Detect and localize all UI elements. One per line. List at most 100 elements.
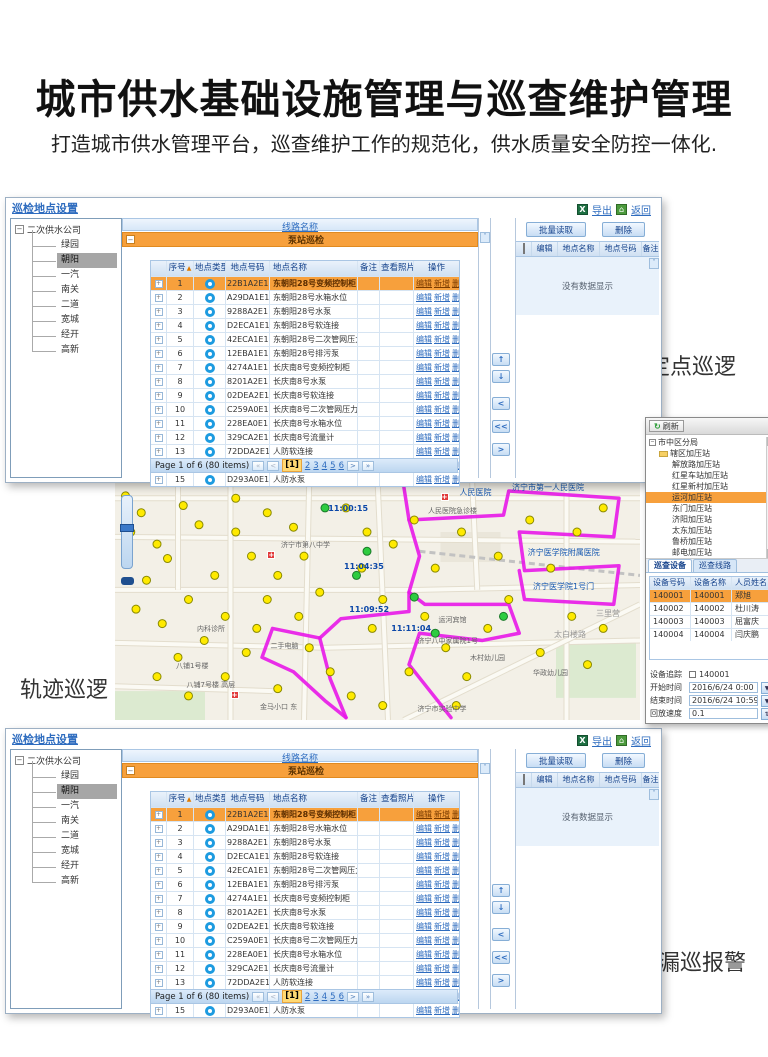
- op-link-add[interactable]: 新增: [434, 880, 450, 889]
- op-link-add[interactable]: 新增: [434, 936, 450, 945]
- table-row[interactable]: +542ECA1E1东朝阳28号二次管网压力编辑新增删除: [151, 863, 459, 877]
- op-link-edit[interactable]: 编辑: [416, 950, 432, 959]
- op-link-edit[interactable]: 编辑: [416, 433, 432, 442]
- station-tree-item[interactable]: 鲁桥加压站: [646, 536, 768, 547]
- device-row[interactable]: 140002140002杜川涛: [650, 602, 768, 615]
- patrol-point-marker[interactable]: [568, 612, 576, 620]
- patrol-point-marker[interactable]: [599, 624, 607, 632]
- tree-item[interactable]: 一汽: [57, 268, 117, 283]
- track-point-marker[interactable]: [500, 612, 508, 620]
- row-expand-cell[interactable]: +: [151, 850, 166, 863]
- page-link[interactable]: 5: [330, 992, 335, 1002]
- station-tree-item[interactable]: 济阳加压站: [646, 514, 768, 525]
- row-expand-cell[interactable]: +: [151, 403, 166, 416]
- expand-icon[interactable]: −: [649, 439, 656, 446]
- move-up-button[interactable]: ↑: [492, 353, 510, 366]
- op-link-delete[interactable]: 删除: [452, 838, 459, 847]
- tree-item[interactable]: 南关: [57, 814, 117, 829]
- collapse-icon[interactable]: −: [126, 235, 135, 244]
- map-zoom-slider[interactable]: [121, 495, 133, 569]
- op-link-add[interactable]: 新增: [434, 810, 450, 819]
- patrol-point-marker[interactable]: [584, 661, 592, 669]
- tree-item[interactable]: 宽城: [57, 844, 117, 859]
- row-expand-cell[interactable]: +: [151, 445, 166, 458]
- refresh-button[interactable]: ↻刷新: [649, 420, 684, 432]
- op-link-edit[interactable]: 编辑: [416, 964, 432, 973]
- row-expand-cell[interactable]: +: [151, 934, 166, 947]
- table-row[interactable]: +11228EA0E1长庆南8号水箱水位编辑新增删除: [151, 947, 459, 961]
- page-link[interactable]: 2: [305, 461, 310, 471]
- tab-routes[interactable]: 巡查线路: [693, 559, 737, 572]
- op-link-edit[interactable]: 编辑: [416, 377, 432, 386]
- op-link-delete[interactable]: 删除: [452, 377, 459, 386]
- patrol-point-marker[interactable]: [211, 571, 219, 579]
- row-expand-icon[interactable]: +: [155, 392, 163, 400]
- row-expand-cell[interactable]: +: [151, 892, 166, 905]
- row-expand-cell[interactable]: +: [151, 906, 166, 919]
- table-row[interactable]: +10C259A0E1长庆南8号二次管网压力编辑新增删除: [151, 933, 459, 947]
- patrol-point-marker[interactable]: [363, 528, 371, 536]
- patrol-point-marker[interactable]: [274, 571, 282, 579]
- op-link-add[interactable]: 新增: [434, 363, 450, 372]
- row-expand-cell[interactable]: +: [151, 962, 166, 975]
- export-link[interactable]: 导出: [592, 202, 612, 217]
- patrol-point-marker[interactable]: [185, 692, 193, 700]
- patrol-point-marker[interactable]: [421, 612, 429, 620]
- patrol-point-marker[interactable]: [347, 692, 355, 700]
- op-link-add[interactable]: 新增: [434, 475, 450, 484]
- tree-item[interactable]: 朝阳: [57, 784, 117, 799]
- patrol-point-marker[interactable]: [221, 612, 229, 620]
- row-expand-cell[interactable]: +: [151, 864, 166, 877]
- batch-read-button[interactable]: 批量读取: [526, 222, 586, 237]
- row-expand-icon[interactable]: +: [155, 280, 163, 288]
- patrol-point-marker[interactable]: [316, 588, 324, 596]
- table-row[interactable]: +542ECA1E1东朝阳28号二次管网压力编辑新增删除: [151, 332, 459, 346]
- op-link-add[interactable]: 新增: [434, 419, 450, 428]
- table-row[interactable]: +4D2ECA1E1东朝阳28号软连接编辑新增删除: [151, 318, 459, 332]
- op-link-delete[interactable]: 删除: [452, 1006, 459, 1015]
- scroll-up-arrow[interactable]: ˄: [480, 232, 490, 243]
- row-expand-cell[interactable]: +: [151, 389, 166, 402]
- station-tree-item[interactable]: 邮电加压站: [646, 547, 768, 558]
- op-link-add[interactable]: 新增: [434, 293, 450, 302]
- op-link-add[interactable]: 新增: [434, 335, 450, 344]
- patrol-point-marker[interactable]: [505, 596, 513, 604]
- row-expand-cell[interactable]: +: [151, 361, 166, 374]
- tree-item[interactable]: 绿园: [57, 769, 117, 784]
- op-link-delete[interactable]: 删除: [452, 866, 459, 875]
- op-link-edit[interactable]: 编辑: [416, 1006, 432, 1015]
- op-link-delete[interactable]: 删除: [452, 279, 459, 288]
- patrol-point-marker[interactable]: [137, 509, 145, 517]
- table-row[interactable]: +88201A2E1长庆南8号水泵编辑新增删除: [151, 374, 459, 388]
- back-link[interactable]: 返回: [631, 733, 651, 748]
- patrol-point-marker[interactable]: [431, 564, 439, 572]
- row-expand-icon[interactable]: +: [155, 811, 163, 819]
- row-expand-icon[interactable]: +: [155, 448, 163, 456]
- op-link-delete[interactable]: 删除: [452, 475, 459, 484]
- row-expand-cell[interactable]: +: [151, 878, 166, 891]
- table-row[interactable]: +612EBA1E1东朝阳28号排污泵编辑新增删除: [151, 346, 459, 360]
- row-expand-icon[interactable]: +: [155, 895, 163, 903]
- patrol-point-marker[interactable]: [536, 649, 544, 657]
- patrol-point-marker[interactable]: [263, 596, 271, 604]
- station-tree-group[interactable]: 辖区加压站: [646, 448, 768, 459]
- row-expand-icon[interactable]: +: [155, 853, 163, 861]
- op-link-add[interactable]: 新增: [434, 307, 450, 316]
- op-link-add[interactable]: 新增: [434, 950, 450, 959]
- table-row[interactable]: +74274A1E1长庆南8号变频控制柜编辑新增删除: [151, 360, 459, 374]
- row-expand-cell[interactable]: +: [151, 417, 166, 430]
- op-link-delete[interactable]: 删除: [452, 852, 459, 861]
- row-expand-cell[interactable]: +: [151, 431, 166, 444]
- row-expand-icon[interactable]: +: [155, 364, 163, 372]
- patrol-point-marker[interactable]: [179, 502, 187, 510]
- patrol-point-marker[interactable]: [368, 624, 376, 632]
- row-expand-cell[interactable]: +: [151, 347, 166, 360]
- op-link-add[interactable]: 新增: [434, 321, 450, 330]
- op-link-delete[interactable]: 删除: [452, 307, 459, 316]
- patrol-point-marker[interactable]: [132, 605, 140, 613]
- select-all-cell[interactable]: [516, 242, 532, 256]
- op-link-add[interactable]: 新增: [434, 279, 450, 288]
- tree-item[interactable]: 高新: [57, 874, 117, 889]
- row-expand-icon[interactable]: +: [155, 476, 163, 484]
- op-link-add[interactable]: 新增: [434, 978, 450, 987]
